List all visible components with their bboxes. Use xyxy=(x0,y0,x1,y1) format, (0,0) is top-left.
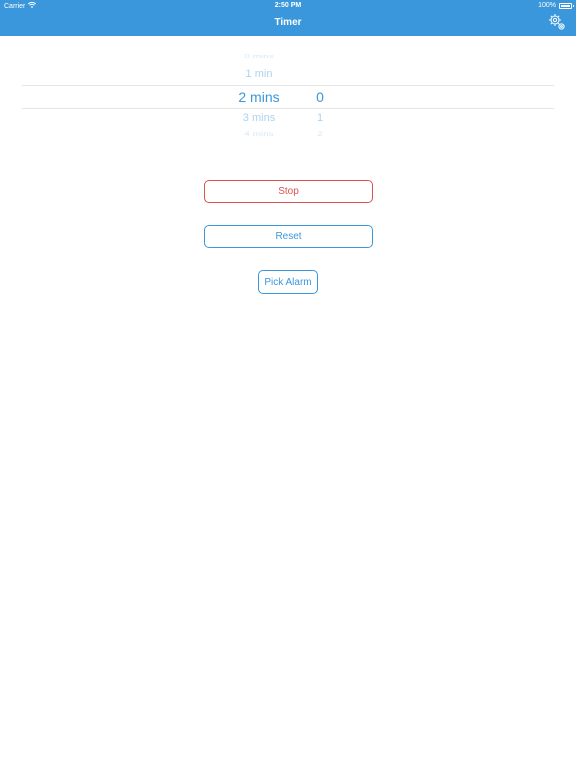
gear-icon xyxy=(549,14,565,30)
settings-button[interactable] xyxy=(548,13,566,31)
picker-item-number[interactable]: 2 xyxy=(300,131,340,138)
picker-column-number[interactable]: 0 1 2 xyxy=(300,48,340,146)
picker-item-number[interactable]: 1 xyxy=(300,112,340,124)
reset-button[interactable]: Reset xyxy=(204,225,373,248)
picker-column-minutes[interactable]: 0 mins 1 min 2 mins 3 mins 4 mins xyxy=(218,48,300,146)
duration-picker[interactable]: 0 mins 1 min 2 mins 3 mins 4 mins 0 1 2 xyxy=(22,48,554,146)
picker-item-minutes[interactable]: 1 min xyxy=(218,68,300,80)
pick-alarm-button[interactable]: Pick Alarm xyxy=(258,270,318,294)
page-title: Timer xyxy=(274,17,302,28)
picker-item-minutes[interactable]: 4 mins xyxy=(218,131,300,138)
picker-item-minutes-selected[interactable]: 2 mins xyxy=(218,89,300,105)
status-right: 100% xyxy=(538,2,574,9)
picker-item-minutes[interactable]: 3 mins xyxy=(218,112,300,124)
navigation-bar: Carrier 2:50 PM 100% Timer xyxy=(0,0,576,36)
battery-percent: 100% xyxy=(538,2,556,9)
picker-item-number-selected[interactable]: 0 xyxy=(300,89,340,105)
stop-button[interactable]: Stop xyxy=(204,180,373,203)
battery-icon xyxy=(559,2,574,9)
status-time: 2:50 PM xyxy=(274,2,302,9)
picker-item-minutes[interactable]: 0 mins xyxy=(218,53,300,59)
